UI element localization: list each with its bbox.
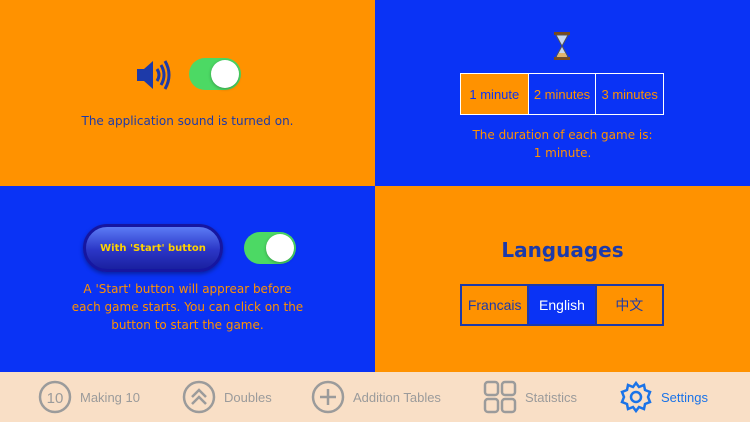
duration-text-line1: The duration of each game is: (472, 128, 653, 142)
tab-making-10[interactable]: 10 Making 10 (38, 372, 140, 422)
sound-toggle[interactable] (189, 58, 241, 90)
tab-label: Doubles (224, 389, 272, 405)
duration-option-2-minutes[interactable]: 2 minutes (529, 74, 597, 114)
svg-text:10: 10 (47, 390, 64, 407)
tab-settings[interactable]: Settings (619, 372, 708, 422)
tab-label: Settings (661, 389, 708, 405)
start-button-toggle[interactable] (244, 232, 296, 264)
language-option-english[interactable]: English (529, 286, 597, 324)
duration-option-1-minute[interactable]: 1 minute (461, 74, 529, 114)
start-button-mode-button[interactable]: With 'Start' button (83, 224, 223, 272)
duration-option-3-minutes[interactable]: 3 minutes (596, 74, 663, 114)
language-option-francais[interactable]: Francais (462, 286, 530, 324)
tab-statistics[interactable]: Statistics (483, 372, 577, 422)
tab-label: Statistics (525, 389, 578, 405)
start-button-description: A 'Start' button will apprear before eac… (40, 280, 335, 334)
tab-label: Addition Tables (353, 389, 441, 405)
tab-doubles[interactable]: Doubles (182, 372, 272, 422)
duration-description: The duration of each game is: 1 minute. (375, 126, 750, 162)
start-text-line3: button to start the game. (111, 318, 264, 332)
start-button-panel (0, 186, 375, 372)
toggle-knob (211, 60, 239, 88)
speaker-icon[interactable] (134, 56, 172, 94)
tab-bar: 10 Making 10 Doubles Addition Tables Sta… (0, 372, 750, 422)
start-text-line2: each game starts. You can click on the (71, 300, 304, 314)
toggle-knob (266, 234, 294, 262)
hourglass-icon (554, 32, 570, 60)
language-option-chinese[interactable]: 中文 (597, 286, 662, 324)
duration-selector: 1 minute 2 minutes 3 minutes (460, 73, 664, 115)
gear-icon (620, 380, 652, 414)
sound-status-text: The application sound is turned on. (81, 114, 294, 128)
ten-circle-icon: 10 (38, 380, 72, 414)
languages-title: Languages (501, 238, 624, 262)
grid-icon (483, 380, 517, 414)
tab-label: Making 10 (80, 389, 140, 405)
start-text-line1: A 'Start' button will apprear before (83, 282, 292, 296)
double-chevron-up-icon (182, 380, 216, 414)
tab-addition-tables[interactable]: Addition Tables (311, 372, 441, 422)
duration-text-line2: 1 minute. (533, 146, 592, 160)
language-selector: Francais English 中文 (460, 284, 664, 326)
languages-panel (375, 186, 750, 372)
plus-circle-icon (311, 380, 345, 414)
sound-panel: The application sound is turned on. (0, 0, 375, 186)
